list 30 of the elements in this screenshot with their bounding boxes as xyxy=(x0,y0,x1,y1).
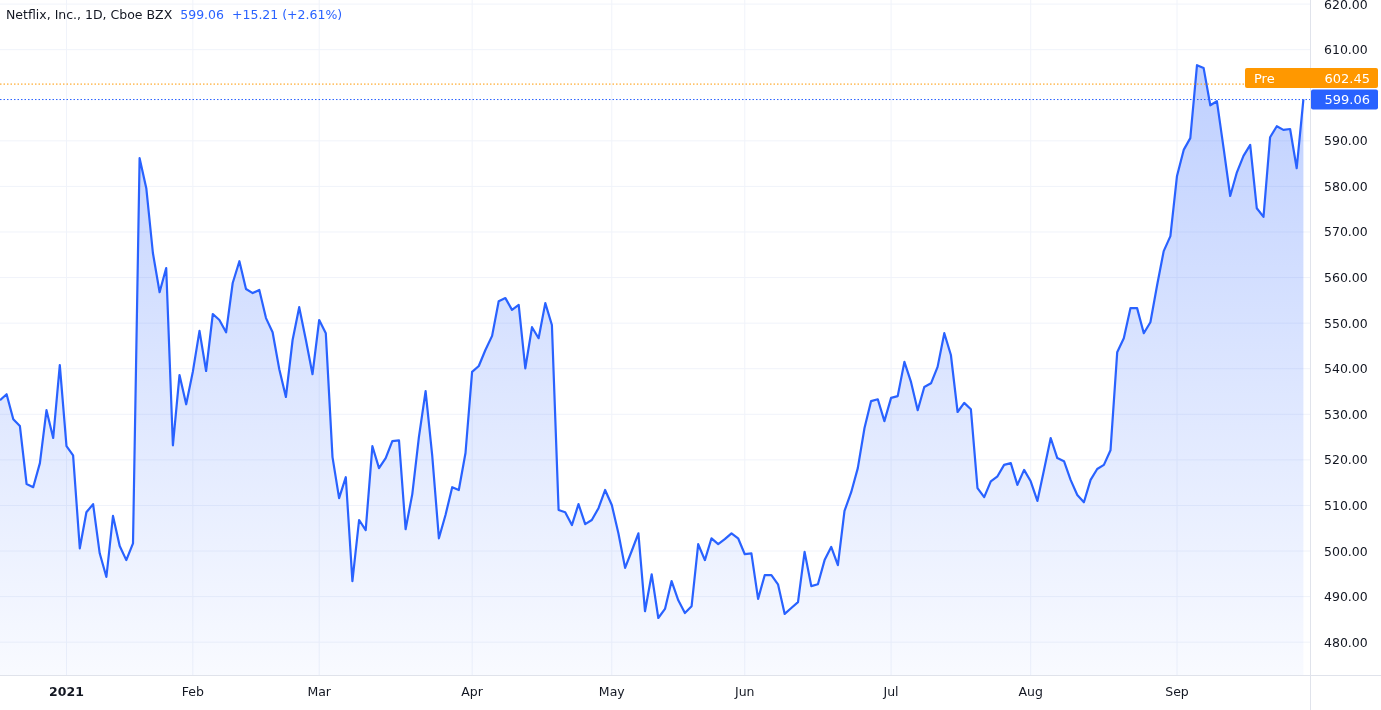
x-axis-label: Jun xyxy=(735,684,755,699)
y-axis-label: 540.00 xyxy=(1324,361,1368,377)
x-axis-label: Jul xyxy=(883,684,899,699)
price-change: +15.21 (+2.61%) xyxy=(232,7,343,22)
x-axis-label: Sep xyxy=(1165,684,1189,699)
last-price-tag: 599.06 xyxy=(1311,89,1378,110)
y-axis-label: 560.00 xyxy=(1324,270,1368,286)
y-axis-label: 490.00 xyxy=(1324,589,1368,605)
y-axis-label: 580.00 xyxy=(1324,178,1368,194)
ref-line-label: 599.06 xyxy=(1324,92,1370,108)
y-axis-label: 500.00 xyxy=(1324,543,1368,559)
x-axis-label: Apr xyxy=(461,684,483,699)
y-axis-label: 510.00 xyxy=(1324,497,1368,513)
x-axis-label: Aug xyxy=(1018,684,1043,699)
y-axis-label: 590.00 xyxy=(1324,133,1368,149)
x-axis-label: May xyxy=(598,684,625,699)
ref-line-label: 602.45 xyxy=(1324,70,1370,86)
y-axis-label: 520.00 xyxy=(1324,452,1368,468)
symbol-title: Netflix, Inc., 1D, Cboe BZX xyxy=(6,7,173,22)
x-axis-label: Feb xyxy=(181,684,204,699)
x-axis-label: 2021 xyxy=(49,684,84,699)
y-axis-label: 610.00 xyxy=(1324,42,1368,58)
y-axis-label: 530.00 xyxy=(1324,406,1368,422)
y-axis-label: 570.00 xyxy=(1324,224,1368,240)
y-axis-label: 620.00 xyxy=(1324,0,1368,12)
y-axis-label: 550.00 xyxy=(1324,315,1368,331)
y-axis-label: 480.00 xyxy=(1324,634,1368,650)
x-axis-label: Mar xyxy=(307,684,331,699)
last-price: 599.06 xyxy=(180,7,224,22)
pre-market-price-tag: Pre 602.45 xyxy=(1245,68,1378,89)
